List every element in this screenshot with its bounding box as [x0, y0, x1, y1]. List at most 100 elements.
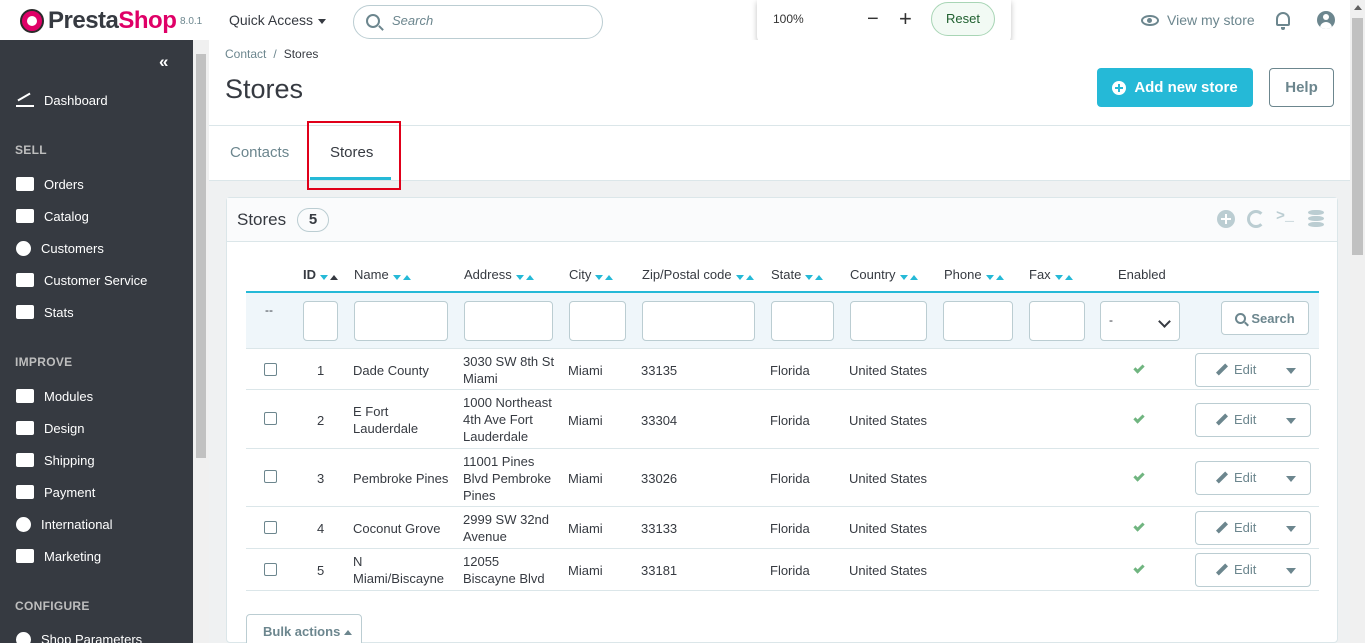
sidebar-item-international[interactable]: International: [16, 514, 113, 534]
sort-desc-icon: [320, 275, 328, 281]
enabled-check-icon[interactable]: [1133, 562, 1145, 574]
column-header-address[interactable]: Address: [464, 267, 536, 283]
enabled-check-icon[interactable]: [1133, 412, 1145, 424]
filter-search-button[interactable]: Search: [1221, 301, 1309, 335]
sidebar-item-catalog[interactable]: Catalog: [16, 206, 89, 226]
edit-button[interactable]: Edit: [1234, 470, 1256, 485]
enabled-check-icon[interactable]: [1133, 470, 1145, 482]
column-header-zip[interactable]: Zip/Postal code: [642, 267, 756, 283]
enabled-check-icon[interactable]: [1133, 520, 1145, 532]
column-header-city[interactable]: City: [569, 267, 615, 283]
edit-button[interactable]: Edit: [1234, 520, 1256, 535]
column-header-id[interactable]: ID: [303, 267, 340, 283]
edit-button[interactable]: Edit: [1234, 362, 1256, 377]
caret-down-icon[interactable]: [1286, 418, 1296, 424]
search-input[interactable]: [392, 13, 592, 28]
quick-access-dropdown[interactable]: Quick Access: [229, 12, 326, 28]
column-header-phone[interactable]: Phone: [944, 267, 1006, 283]
sidebar-scrollbar[interactable]: [193, 40, 209, 643]
edit-button-group[interactable]: Edit: [1195, 511, 1311, 545]
sql-query-icon[interactable]: >_: [1276, 208, 1298, 226]
breadcrumb-contact-link[interactable]: Contact: [225, 47, 266, 61]
sidebar-item-customers[interactable]: Customers: [16, 238, 104, 258]
header-search[interactable]: [353, 5, 603, 39]
edit-button-group[interactable]: Edit: [1195, 461, 1311, 495]
tab-contacts[interactable]: Contacts: [230, 144, 289, 161]
edit-button-group[interactable]: Edit: [1195, 353, 1311, 387]
row-select-checkbox[interactable]: [264, 412, 277, 425]
caret-down-icon[interactable]: [1286, 568, 1296, 574]
column-header-country[interactable]: Country: [850, 267, 920, 283]
page-scrollbar[interactable]: [1350, 0, 1365, 643]
chat-icon: [16, 273, 34, 287]
filter-fax-input[interactable]: [1029, 301, 1085, 341]
add-new-store-button[interactable]: Add new store: [1097, 68, 1253, 107]
sidebar-item-shop-parameters[interactable]: Shop Parameters: [16, 629, 142, 643]
row-select-checkbox[interactable]: [264, 521, 277, 534]
sidebar-item-shipping[interactable]: Shipping: [16, 450, 95, 470]
enabled-check-icon[interactable]: [1133, 362, 1145, 374]
zoom-in-button[interactable]: +: [899, 6, 912, 32]
sidebar-item-dashboard[interactable]: Dashboard: [16, 90, 108, 110]
row-select-checkbox[interactable]: [264, 470, 277, 483]
sidebar-item-stats[interactable]: Stats: [16, 302, 74, 322]
top-header: PrestaShop 8.0.1 Quick Access View my st…: [0, 0, 1350, 40]
sort-desc-icon: [985, 275, 994, 281]
cell-name: Coconut Grove: [353, 521, 441, 536]
filter-name-input[interactable]: [354, 301, 448, 341]
bulk-actions-button[interactable]: Bulk actions: [246, 614, 362, 643]
employee-account-icon[interactable]: [1317, 11, 1335, 29]
filter-city-input[interactable]: [569, 301, 626, 341]
sidebar-item-label: International: [41, 516, 113, 532]
column-header-name[interactable]: Name: [354, 267, 413, 283]
stores-tab-highlight: [307, 121, 401, 190]
filter-zip-input[interactable]: [642, 301, 755, 341]
page-scroll-thumb[interactable]: [1352, 18, 1363, 255]
cell-city: Miami: [568, 363, 603, 378]
filter-state-input[interactable]: [771, 301, 834, 341]
column-header-fax[interactable]: Fax: [1029, 267, 1075, 283]
edit-button[interactable]: Edit: [1234, 412, 1256, 427]
row-select-checkbox[interactable]: [264, 363, 277, 376]
database-export-icon[interactable]: [1308, 210, 1324, 228]
table-row[interactable]: 3 Pembroke Pines 11001 Pines Blvd Pembro…: [246, 449, 1319, 507]
sidebar-item-marketing[interactable]: Marketing: [16, 546, 101, 566]
truck-icon: [16, 453, 34, 467]
filter-id-input[interactable]: [303, 301, 338, 341]
sidebar-item-design[interactable]: Design: [16, 418, 84, 438]
row-select-checkbox[interactable]: [264, 563, 277, 576]
prestashop-logo[interactable]: PrestaShop: [20, 7, 177, 35]
sidebar-item-orders[interactable]: Orders: [16, 174, 84, 194]
filter-enabled-select[interactable]: -: [1100, 301, 1180, 341]
table-row[interactable]: 2 E Fort Lauderdale 1000 Northeast 4th A…: [246, 390, 1319, 449]
caret-down-icon[interactable]: [1286, 476, 1296, 482]
cell-country: United States: [849, 363, 928, 378]
sidebar-scroll-thumb[interactable]: [196, 54, 206, 458]
collapse-sidebar-icon[interactable]: «: [159, 52, 169, 72]
scroll-up-arrow-icon[interactable]: [1354, 5, 1362, 10]
help-button[interactable]: Help: [1269, 68, 1334, 107]
filter-phone-input[interactable]: [943, 301, 1013, 341]
edit-button[interactable]: Edit: [1234, 562, 1256, 577]
zoom-out-button[interactable]: −: [867, 8, 879, 31]
edit-button-group[interactable]: Edit: [1195, 553, 1311, 587]
caret-down-icon[interactable]: [1286, 368, 1296, 374]
notifications-bell-icon[interactable]: [1276, 12, 1290, 30]
sidebar-item-payment[interactable]: Payment: [16, 482, 95, 502]
filter-address-input[interactable]: [464, 301, 553, 341]
refresh-icon[interactable]: [1247, 210, 1265, 228]
edit-button-group[interactable]: Edit: [1195, 403, 1311, 437]
trending-up-icon: [16, 93, 34, 107]
table-row[interactable]: 5 N Miami/Biscayne 12055 Biscayne Blvd M…: [246, 549, 1319, 591]
account-circle-icon: [16, 240, 31, 256]
sidebar-item-customer-service[interactable]: Customer Service: [16, 270, 147, 290]
zoom-reset-button[interactable]: Reset: [931, 2, 995, 36]
table-row[interactable]: 4 Coconut Grove 2999 SW 32nd Avenue Miam…: [246, 507, 1319, 549]
table-row[interactable]: 1 Dade County 3030 SW 8th St Miami Miami…: [246, 349, 1319, 390]
caret-down-icon[interactable]: [1286, 526, 1296, 532]
view-my-store-link[interactable]: View my store: [1141, 12, 1255, 28]
sidebar-item-modules[interactable]: Modules: [16, 386, 93, 406]
add-icon[interactable]: [1217, 210, 1235, 228]
filter-country-input[interactable]: [850, 301, 927, 341]
column-header-state[interactable]: State: [771, 267, 825, 283]
